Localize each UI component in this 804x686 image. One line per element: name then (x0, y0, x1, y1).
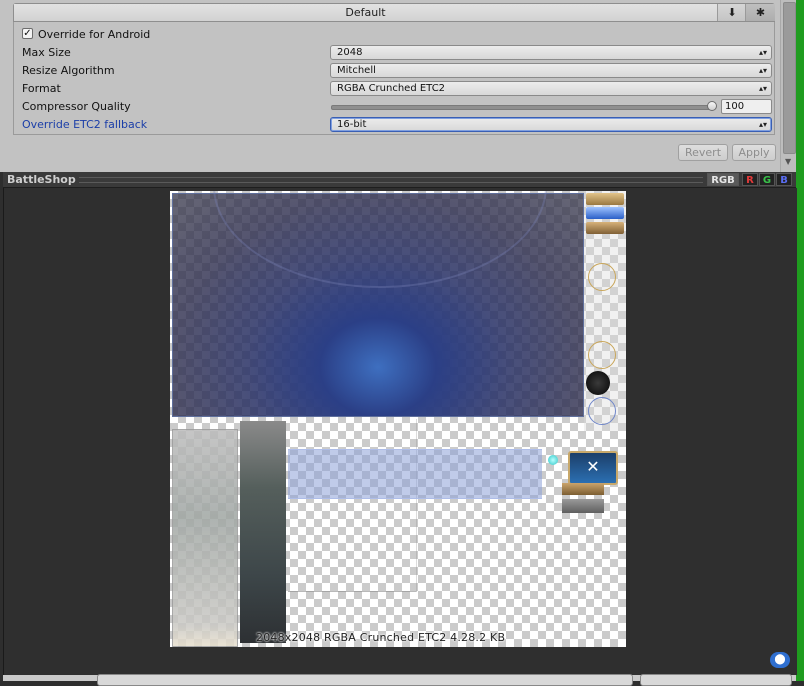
inspector-scrollbar[interactable]: ▼ (780, 0, 797, 172)
channel-rgb-toggle[interactable]: RGB (707, 173, 739, 186)
dropdown-arrow-icon: ▴▾ (758, 120, 767, 129)
etc2-fallback-label: Override ETC2 fallback (22, 118, 148, 131)
preview-title: BattleShop (7, 173, 76, 186)
max-size-value: 2048 (337, 47, 363, 58)
revert-button[interactable]: Revert (678, 144, 728, 161)
texture-blue-band (288, 449, 542, 499)
apply-button[interactable]: Apply (732, 144, 776, 161)
format-label: Format (22, 82, 61, 95)
format-value: RGBA Crunched ETC2 (337, 83, 446, 94)
texture-outline-box (288, 419, 417, 592)
channel-b-toggle[interactable]: B (776, 173, 792, 186)
etc2-fallback-dropdown[interactable]: 16-bit ▴▾ (330, 117, 772, 132)
resize-algorithm-label: Resize Algorithm (22, 64, 115, 77)
texture-mid-panel (240, 421, 286, 643)
texture-ring (588, 263, 616, 291)
tab-standalone[interactable]: ⬇ (717, 4, 746, 21)
compressor-quality-input[interactable]: 100 (721, 99, 772, 114)
compressor-quality-slider[interactable] (331, 105, 715, 110)
scroll-down-arrow-icon[interactable]: ▼ (785, 157, 791, 166)
texture-bronze-bar (586, 222, 624, 234)
asset-bundle-variant-dropdown[interactable] (640, 674, 792, 686)
dropdown-arrow-icon: ▴▾ (758, 66, 767, 75)
scrollbar-thumb[interactable] (783, 2, 796, 154)
texture-arena-region (172, 191, 584, 417)
channel-g-toggle[interactable]: G (759, 173, 775, 186)
preview-drag-handle[interactable] (79, 177, 703, 183)
texture-blue-bar (586, 207, 624, 219)
compressor-quality-slider-knob[interactable] (707, 101, 717, 111)
download-icon: ⬇ (727, 6, 737, 19)
max-size-dropdown[interactable]: 2048 ▴▾ (330, 45, 772, 60)
texture-close-icon: ✕ (568, 451, 618, 485)
import-settings-panel: Default ⬇ ✱ ✓ Override for Android Max S… (0, 0, 797, 172)
max-size-label: Max Size (22, 46, 71, 59)
texture-preview-image: ✕ (170, 191, 626, 647)
compressor-quality-label: Compressor Quality (22, 100, 131, 113)
channel-r-toggle[interactable]: R (742, 173, 758, 186)
override-android-label: Override for Android (38, 28, 151, 41)
texture-ring (588, 341, 616, 369)
texture-left-panel (172, 429, 238, 647)
texture-gold-bar (586, 193, 624, 205)
preview-header[interactable]: BattleShop RGB R G B (3, 172, 796, 188)
platform-tabs: Default ⬇ ✱ (13, 3, 775, 22)
resize-algorithm-dropdown[interactable]: Mitchell ▴▾ (330, 63, 772, 78)
override-android-checkbox[interactable]: ✓ (22, 28, 33, 39)
format-dropdown[interactable]: RGBA Crunched ETC2 ▴▾ (330, 81, 772, 96)
texture-gold-button (562, 483, 604, 495)
texture-arena-dome (213, 191, 547, 288)
asset-bundle-dropdown[interactable] (97, 674, 633, 686)
texture-black-orb (586, 371, 610, 395)
texture-gem (548, 455, 558, 465)
dropdown-arrow-icon: ▴▾ (758, 84, 767, 93)
texture-ring (588, 397, 616, 425)
dropdown-arrow-icon: ▴▾ (758, 48, 767, 57)
texture-info-label: 2048x2048 RGBA Crunched ETC2 4.28.2 KB (256, 631, 506, 644)
resize-algorithm-value: Mitchell (337, 65, 376, 76)
window-edge-strip (796, 0, 804, 681)
android-icon: ✱ (755, 6, 766, 19)
asset-label-tag-icon[interactable]: ⬤ (770, 652, 790, 668)
tab-default[interactable]: Default (14, 4, 718, 21)
tab-android[interactable]: ✱ (745, 4, 775, 21)
texture-grey-button (562, 499, 604, 513)
etc2-fallback-value: 16-bit (337, 119, 367, 130)
